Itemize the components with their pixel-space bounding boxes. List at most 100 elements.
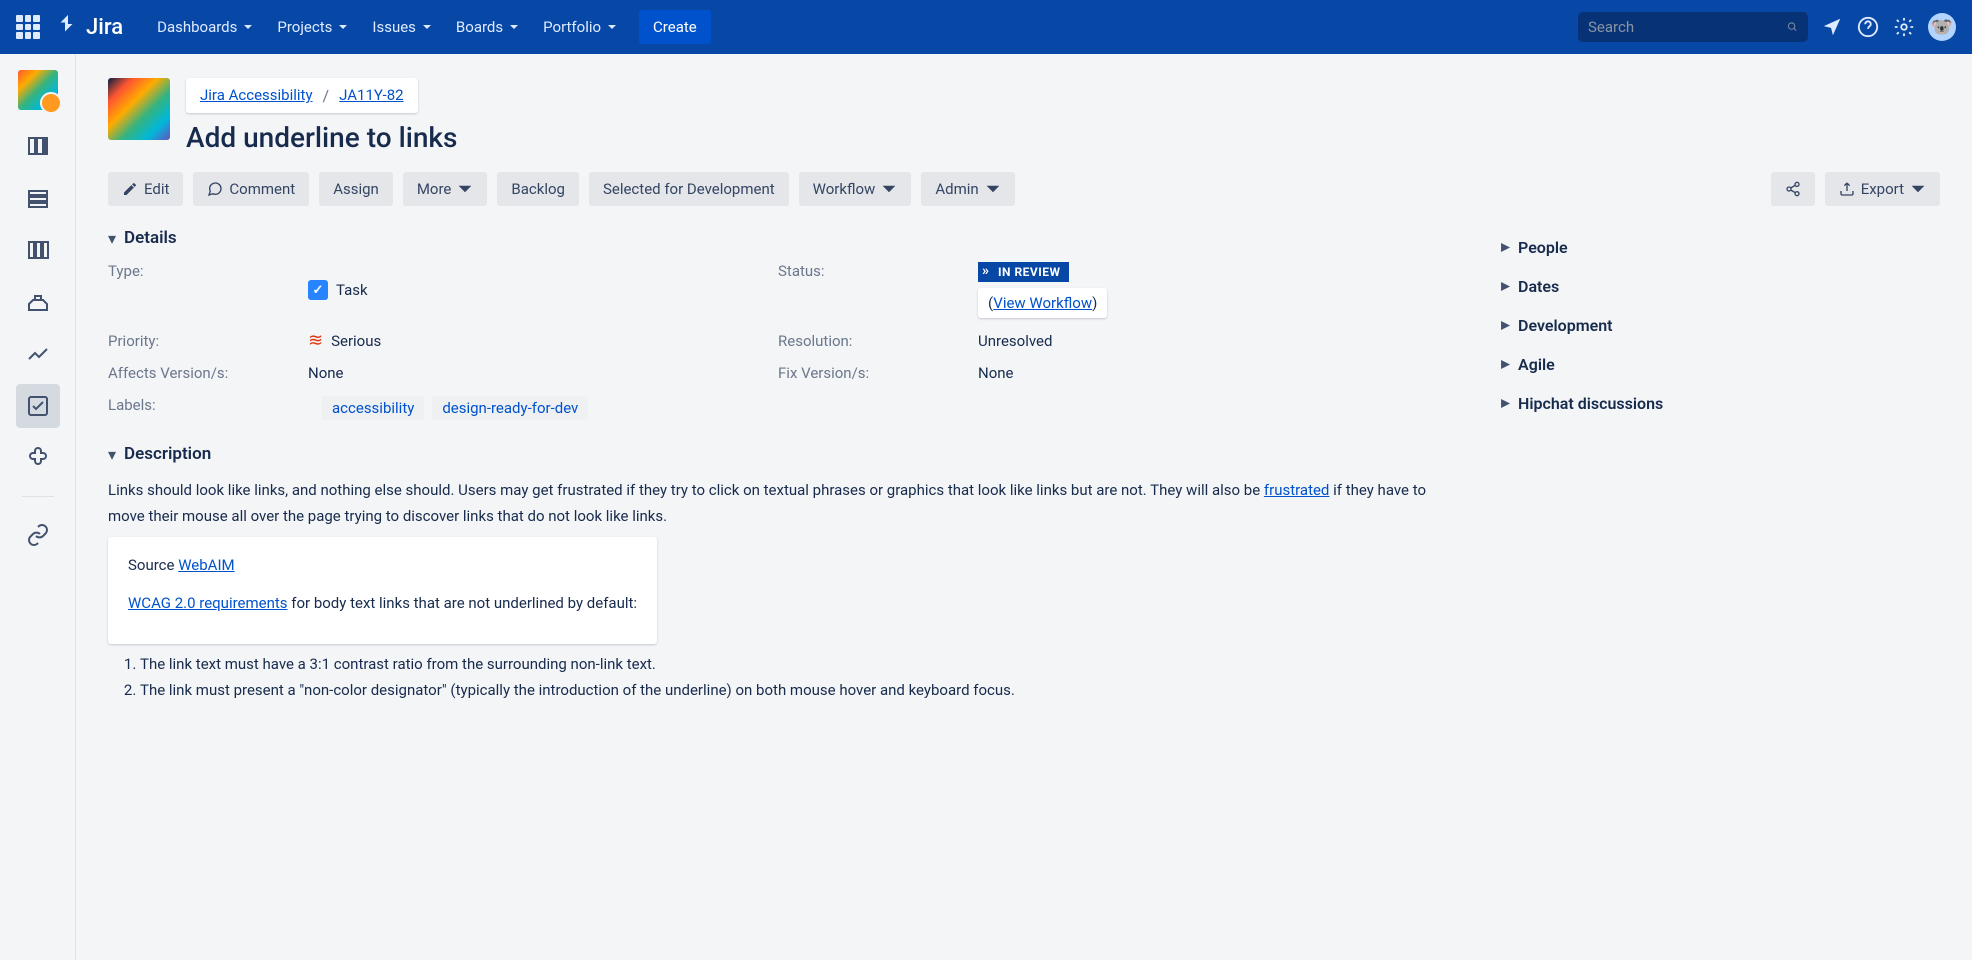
- top-navigation: Jira Dashboards Projects Issues Boards P…: [0, 0, 1972, 54]
- resolution-label: Resolution:: [778, 332, 978, 350]
- affects-value: None: [308, 364, 778, 382]
- search-icon: [1787, 18, 1798, 36]
- main-content: Jira Accessibility / JA11Y-82 Add underl…: [76, 54, 1972, 960]
- type-label: Type:: [108, 262, 308, 318]
- webaim-link[interactable]: WebAIM: [178, 556, 234, 574]
- sidebar-divider: [22, 496, 54, 497]
- breadcrumb: Jira Accessibility / JA11Y-82: [186, 78, 418, 113]
- edit-button[interactable]: Edit: [108, 172, 183, 206]
- status-badge: IN REVIEW: [978, 262, 1069, 282]
- details-grid: Type: Task Status: IN REVIEW (View Workf…: [108, 262, 1448, 382]
- backlog-button[interactable]: Backlog: [497, 172, 579, 206]
- sidebar-releases-icon[interactable]: [16, 280, 60, 324]
- breadcrumb-separator: /: [323, 86, 330, 105]
- sidebar-backlog-icon[interactable]: [16, 124, 60, 168]
- pencil-icon: [122, 181, 138, 197]
- development-panel[interactable]: ▾Development: [1500, 306, 1940, 345]
- project-avatar: [108, 78, 170, 140]
- settings-icon[interactable]: [1892, 15, 1916, 39]
- status-label: Status:: [778, 262, 978, 318]
- chevron-down-icon: [985, 181, 1001, 197]
- nav-issues[interactable]: Issues: [362, 12, 442, 42]
- sidebar-sprints-icon[interactable]: [16, 176, 60, 220]
- chevron-down-icon: [881, 181, 897, 197]
- selected-for-dev-button[interactable]: Selected for Development: [589, 172, 789, 206]
- share-button[interactable]: [1771, 172, 1815, 206]
- nav-boards[interactable]: Boards: [446, 12, 529, 42]
- chevron-down-icon: [1910, 181, 1926, 197]
- chevron-right-icon: ▾: [1495, 282, 1514, 290]
- action-bar: Edit Comment Assign More Backlog Selecte…: [108, 172, 1940, 206]
- chevron-right-icon: ▾: [1495, 360, 1514, 368]
- list-item: The link must present a "non-color desig…: [140, 678, 1448, 704]
- nav-portfolio[interactable]: Portfolio: [533, 12, 627, 42]
- notification-icon[interactable]: [1820, 15, 1844, 39]
- help-icon[interactable]: [1856, 15, 1880, 39]
- chevron-down-icon: [607, 22, 617, 32]
- create-button[interactable]: Create: [639, 10, 711, 44]
- priority-label: Priority:: [108, 332, 308, 350]
- task-icon: [308, 280, 328, 300]
- comment-icon: [207, 181, 223, 197]
- fix-value: None: [978, 364, 1448, 382]
- breadcrumb-project-link[interactable]: Jira Accessibility: [200, 86, 313, 105]
- chevron-down-icon: [509, 22, 519, 32]
- nav-dashboards[interactable]: Dashboards: [147, 12, 263, 42]
- comment-button[interactable]: Comment: [193, 172, 309, 206]
- export-button[interactable]: Export: [1825, 172, 1940, 206]
- agile-panel[interactable]: ▾Agile: [1500, 345, 1940, 384]
- fix-label: Fix Version/s:: [778, 364, 978, 382]
- list-item: The link text must have a 3:1 contrast r…: [140, 652, 1448, 678]
- issue-title: Add underline to links: [186, 121, 457, 154]
- chevron-down-icon: ▾: [108, 445, 116, 464]
- type-value: Task: [308, 262, 778, 318]
- right-column: ▾People ▾Dates ▾Development ▾Agile ▾Hipc…: [1480, 228, 1940, 703]
- hipchat-panel[interactable]: ▾Hipchat discussions: [1500, 384, 1940, 423]
- people-panel[interactable]: ▾People: [1500, 228, 1940, 267]
- sidebar-addons-icon[interactable]: [16, 436, 60, 480]
- workflow-button[interactable]: Workflow: [799, 172, 912, 206]
- label-tag[interactable]: accessibility: [322, 396, 424, 420]
- wcag-link[interactable]: WCAG 2.0 requirements: [128, 594, 288, 612]
- dates-panel[interactable]: ▾Dates: [1500, 267, 1940, 306]
- search-box[interactable]: [1578, 12, 1808, 42]
- sidebar: [0, 54, 76, 960]
- labels-label: Labels:: [108, 396, 308, 420]
- frustrated-link[interactable]: frustrated: [1264, 481, 1330, 499]
- search-input[interactable]: [1588, 18, 1787, 36]
- admin-button[interactable]: Admin: [921, 172, 1014, 206]
- priority-icon: ≋: [308, 332, 323, 350]
- chevron-right-icon: ▾: [1495, 321, 1514, 329]
- assign-button[interactable]: Assign: [319, 172, 393, 206]
- description-body: Links should look like links, and nothin…: [108, 478, 1448, 703]
- chevron-right-icon: ▾: [1495, 243, 1514, 251]
- chevron-right-icon: ▾: [1495, 399, 1514, 407]
- priority-value: ≋Serious: [308, 332, 778, 350]
- view-workflow-link[interactable]: View Workflow: [993, 294, 1092, 312]
- jira-logo[interactable]: Jira: [56, 15, 123, 40]
- more-button[interactable]: More: [403, 172, 488, 206]
- sidebar-issues-icon[interactable]: [16, 384, 60, 428]
- nav-items: Dashboards Projects Issues Boards Portfo…: [147, 12, 627, 42]
- sidebar-board-icon[interactable]: [16, 228, 60, 272]
- app-switcher-icon[interactable]: [16, 15, 40, 39]
- breadcrumb-issue-link[interactable]: JA11Y-82: [339, 86, 403, 105]
- nav-projects[interactable]: Projects: [267, 12, 358, 42]
- sidebar-reports-icon[interactable]: [16, 332, 60, 376]
- label-tag[interactable]: design-ready-for-dev: [432, 396, 588, 420]
- chevron-down-icon: [422, 22, 432, 32]
- sidebar-link-icon[interactable]: [16, 513, 60, 557]
- sidebar-project-icon[interactable]: [18, 70, 58, 110]
- share-icon: [1785, 181, 1801, 197]
- user-avatar[interactable]: 🐨: [1928, 13, 1956, 41]
- resolution-value: Unresolved: [978, 332, 1448, 350]
- chevron-down-icon: [457, 181, 473, 197]
- export-icon: [1839, 181, 1855, 197]
- description-section-header[interactable]: ▾ Description: [108, 444, 1448, 464]
- status-value: IN REVIEW (View Workflow): [978, 262, 1448, 318]
- affects-label: Affects Version/s:: [108, 364, 308, 382]
- chevron-down-icon: [338, 22, 348, 32]
- labels-value: accessibility design-ready-for-dev: [322, 396, 588, 420]
- chevron-down-icon: ▾: [108, 229, 116, 248]
- details-section-header[interactable]: ▾ Details: [108, 228, 1448, 248]
